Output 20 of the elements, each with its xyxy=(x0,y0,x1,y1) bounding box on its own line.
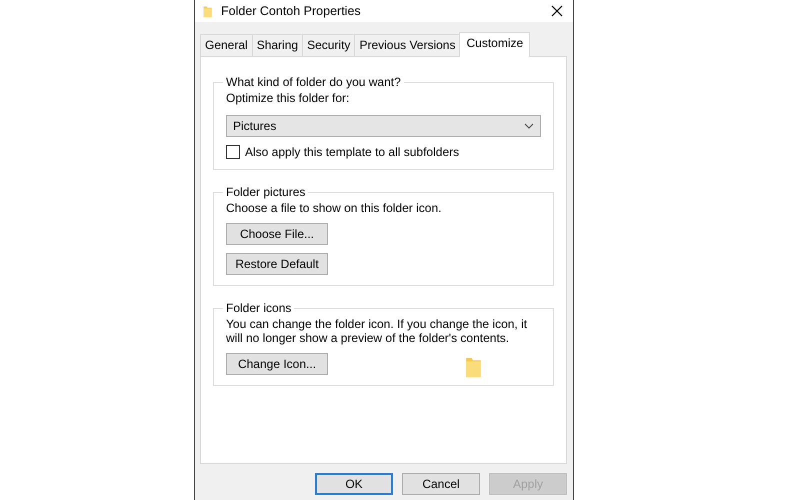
group-title: What kind of folder do you want? xyxy=(225,75,402,89)
tab[interactable]: Customize xyxy=(459,32,530,57)
tab[interactable]: General xyxy=(200,34,253,56)
dialog-button[interactable]: OK xyxy=(315,473,393,495)
action-button[interactable]: Choose File... xyxy=(226,223,328,245)
checkbox[interactable] xyxy=(226,145,240,159)
field-label: Optimize this folder for: xyxy=(226,91,350,105)
group-title: Folder icons xyxy=(225,301,292,315)
checkbox-label: Also apply this template to all subfolders xyxy=(245,145,460,159)
description: Choose a file to show on this folder icon. xyxy=(226,201,442,215)
action-button[interactable]: Restore Default xyxy=(226,253,328,275)
folder-icon xyxy=(465,355,483,379)
window-title: Folder Contoh Properties xyxy=(221,4,362,18)
chevron-icon xyxy=(524,123,534,129)
dialog-button[interactable]: Cancel xyxy=(402,473,480,495)
dropdown[interactable]: Pictures xyxy=(226,115,541,137)
folder-icon xyxy=(203,4,213,18)
description: You can change the folder icon. If you change the icon, it will no longer show a preview of the folder's contents. xyxy=(226,317,528,345)
action-button[interactable]: Change Icon... xyxy=(226,353,328,375)
group-title: Folder pictures xyxy=(225,185,306,199)
